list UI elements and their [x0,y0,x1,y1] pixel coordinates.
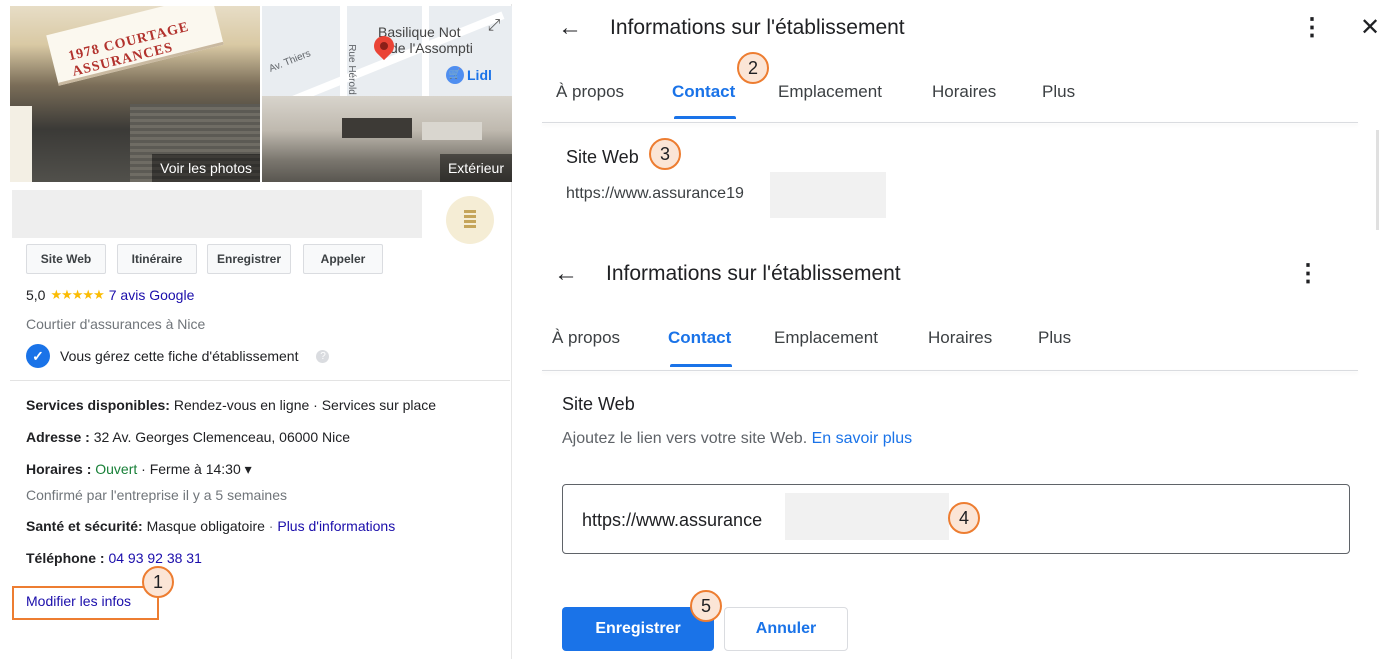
safety-label: Santé et sécurité: [26,518,143,534]
tab-divider [542,370,1358,371]
awning [342,118,412,138]
back-arrow-icon[interactable]: ← [552,260,580,288]
side-sign [10,106,32,182]
see-photos-caption[interactable]: Voir les photos [152,154,260,182]
redacted-url-part [770,172,886,218]
services-value: Rendez-vous en ligne · Services sur plac… [173,397,437,413]
more-options-icon[interactable]: ⋮ [1296,260,1320,288]
address-row: Adresse : 32 Av. Georges Clemenceau, 060… [26,429,350,445]
tab-more[interactable]: Plus [1042,82,1075,102]
business-name-redacted [12,190,422,238]
mini-map[interactable]: Av. Thiers Rue Hérold Basilique Not de l… [262,6,512,96]
tab-location[interactable]: Emplacement [778,82,882,102]
hours-row[interactable]: Horaires : Ouvert · Ferme à 14:30 ▾ [26,461,252,478]
tab-hours[interactable]: Horaires [932,82,996,102]
map-landmark-line: de l'Assompti [390,40,473,56]
phone-number-link[interactable]: 04 93 92 38 31 [108,550,201,566]
shopping-cart-icon: 🛒 [446,66,464,84]
active-tab-indicator [674,116,736,119]
tab-location[interactable]: Emplacement [774,328,878,348]
safety-value: Masque obligatoire [146,518,265,534]
exterior-photo[interactable]: Extérieur [262,96,512,182]
tab-about[interactable]: À propos [556,82,624,102]
back-arrow-icon[interactable]: ← [556,14,584,42]
expand-map-icon[interactable]: ⤢ [484,16,504,36]
divider [10,380,510,381]
verified-text: Vous gérez cette fiche d'établissement [60,348,299,364]
more-info-link[interactable]: Plus d'informations [277,518,395,534]
tab-hours[interactable]: Horaires [928,328,992,348]
chevron-down-icon[interactable]: ▾ [245,461,252,477]
step-callout-4: 4 [948,502,980,534]
map-street-label: Rue Hérold [345,44,357,95]
verified-badge-icon: ✓ [26,344,50,368]
step-callout-1: 1 [142,566,174,598]
safety-row: Santé et sécurité: Masque obligatoire · … [26,518,395,534]
active-tab-indicator [670,364,732,367]
phone-row: Téléphone : 04 93 92 38 31 [26,550,202,566]
hours-confirmed: Confirmé par l'entreprise il y a 5 semai… [26,487,288,503]
rating-value: 5,0 [26,287,46,303]
map-and-exterior-photo[interactable]: Av. Thiers Rue Hérold Basilique Not de l… [262,6,512,182]
closing-time: · Ferme à 14:30 [141,461,241,477]
helper-text: Ajoutez le lien vers votre site Web. [562,430,808,447]
tab-contact[interactable]: Contact [672,82,735,102]
map-landmark-line: Basilique Not [378,24,461,40]
redacted-url-part [785,493,949,540]
directions-button[interactable]: Itinéraire [117,244,197,274]
address-label: Adresse : [26,429,90,445]
map-store-label: Lidl [467,67,492,83]
phone-label: Téléphone : [26,550,105,566]
help-icon[interactable]: ? [316,349,330,363]
step-callout-2: 2 [737,52,769,84]
address-value[interactable]: 32 Av. Georges Clemenceau, 06000 Nice [94,429,350,445]
map-street-label: Av. Thiers [267,48,313,75]
edit-info-link[interactable]: Modifier les infos [26,593,131,609]
business-profile-panel: 1978 COURTAGE ASSURANCES Voir les photos… [8,4,512,659]
close-icon[interactable]: ✕ [1356,14,1384,42]
services-label: Services disponibles: [26,397,170,413]
tab-more[interactable]: Plus [1038,328,1071,348]
learn-more-link[interactable]: En savoir plus [812,430,913,447]
panel-title: Informations sur l'établissement [610,16,905,39]
website-url: https://www.assurance19 [566,185,744,202]
exterior-caption[interactable]: Extérieur [439,154,512,182]
business-category: Courtier d'assurances à Nice [26,316,206,332]
step-callout-3: 3 [649,138,681,170]
tab-divider [542,122,1358,123]
awning [422,122,482,140]
tab-about[interactable]: À propos [552,328,620,348]
tab-contact[interactable]: Contact [668,328,731,348]
business-logo [446,196,494,244]
scrollbar[interactable] [1376,130,1379,230]
panel-title: Informations sur l'établissement [606,262,901,285]
hours-label: Horaires : [26,461,92,477]
star-rating-icon: ★★★★★ [50,287,104,302]
call-button[interactable]: Appeler [303,244,383,274]
website-url-input-value[interactable]: https://www.assurance [582,510,762,531]
website-button[interactable]: Site Web [26,244,106,274]
website-section-label: Site Web [566,147,639,167]
verified-row: ✓ Vous gérez cette fiche d'établissement… [26,344,330,368]
website-section-label: Site Web [562,394,635,414]
save-place-button[interactable]: Enregistrer [207,244,291,274]
open-status: Ouvert [95,461,138,477]
business-photo[interactable]: 1978 COURTAGE ASSURANCES Voir les photos [10,6,260,182]
step-callout-5: 5 [690,590,722,622]
website-helper-text: Ajoutez le lien vers votre site Web. En … [562,430,912,448]
rating-row: 5,0 ★★★★★ 7 avis Google [26,287,194,303]
reviews-link[interactable]: 7 avis Google [109,287,195,303]
services-row: Services disponibles: Rendez-vous en lig… [26,397,436,413]
more-options-icon[interactable]: ⋮ [1300,14,1324,42]
cancel-button[interactable]: Annuler [724,607,848,651]
separator: · [268,518,274,534]
